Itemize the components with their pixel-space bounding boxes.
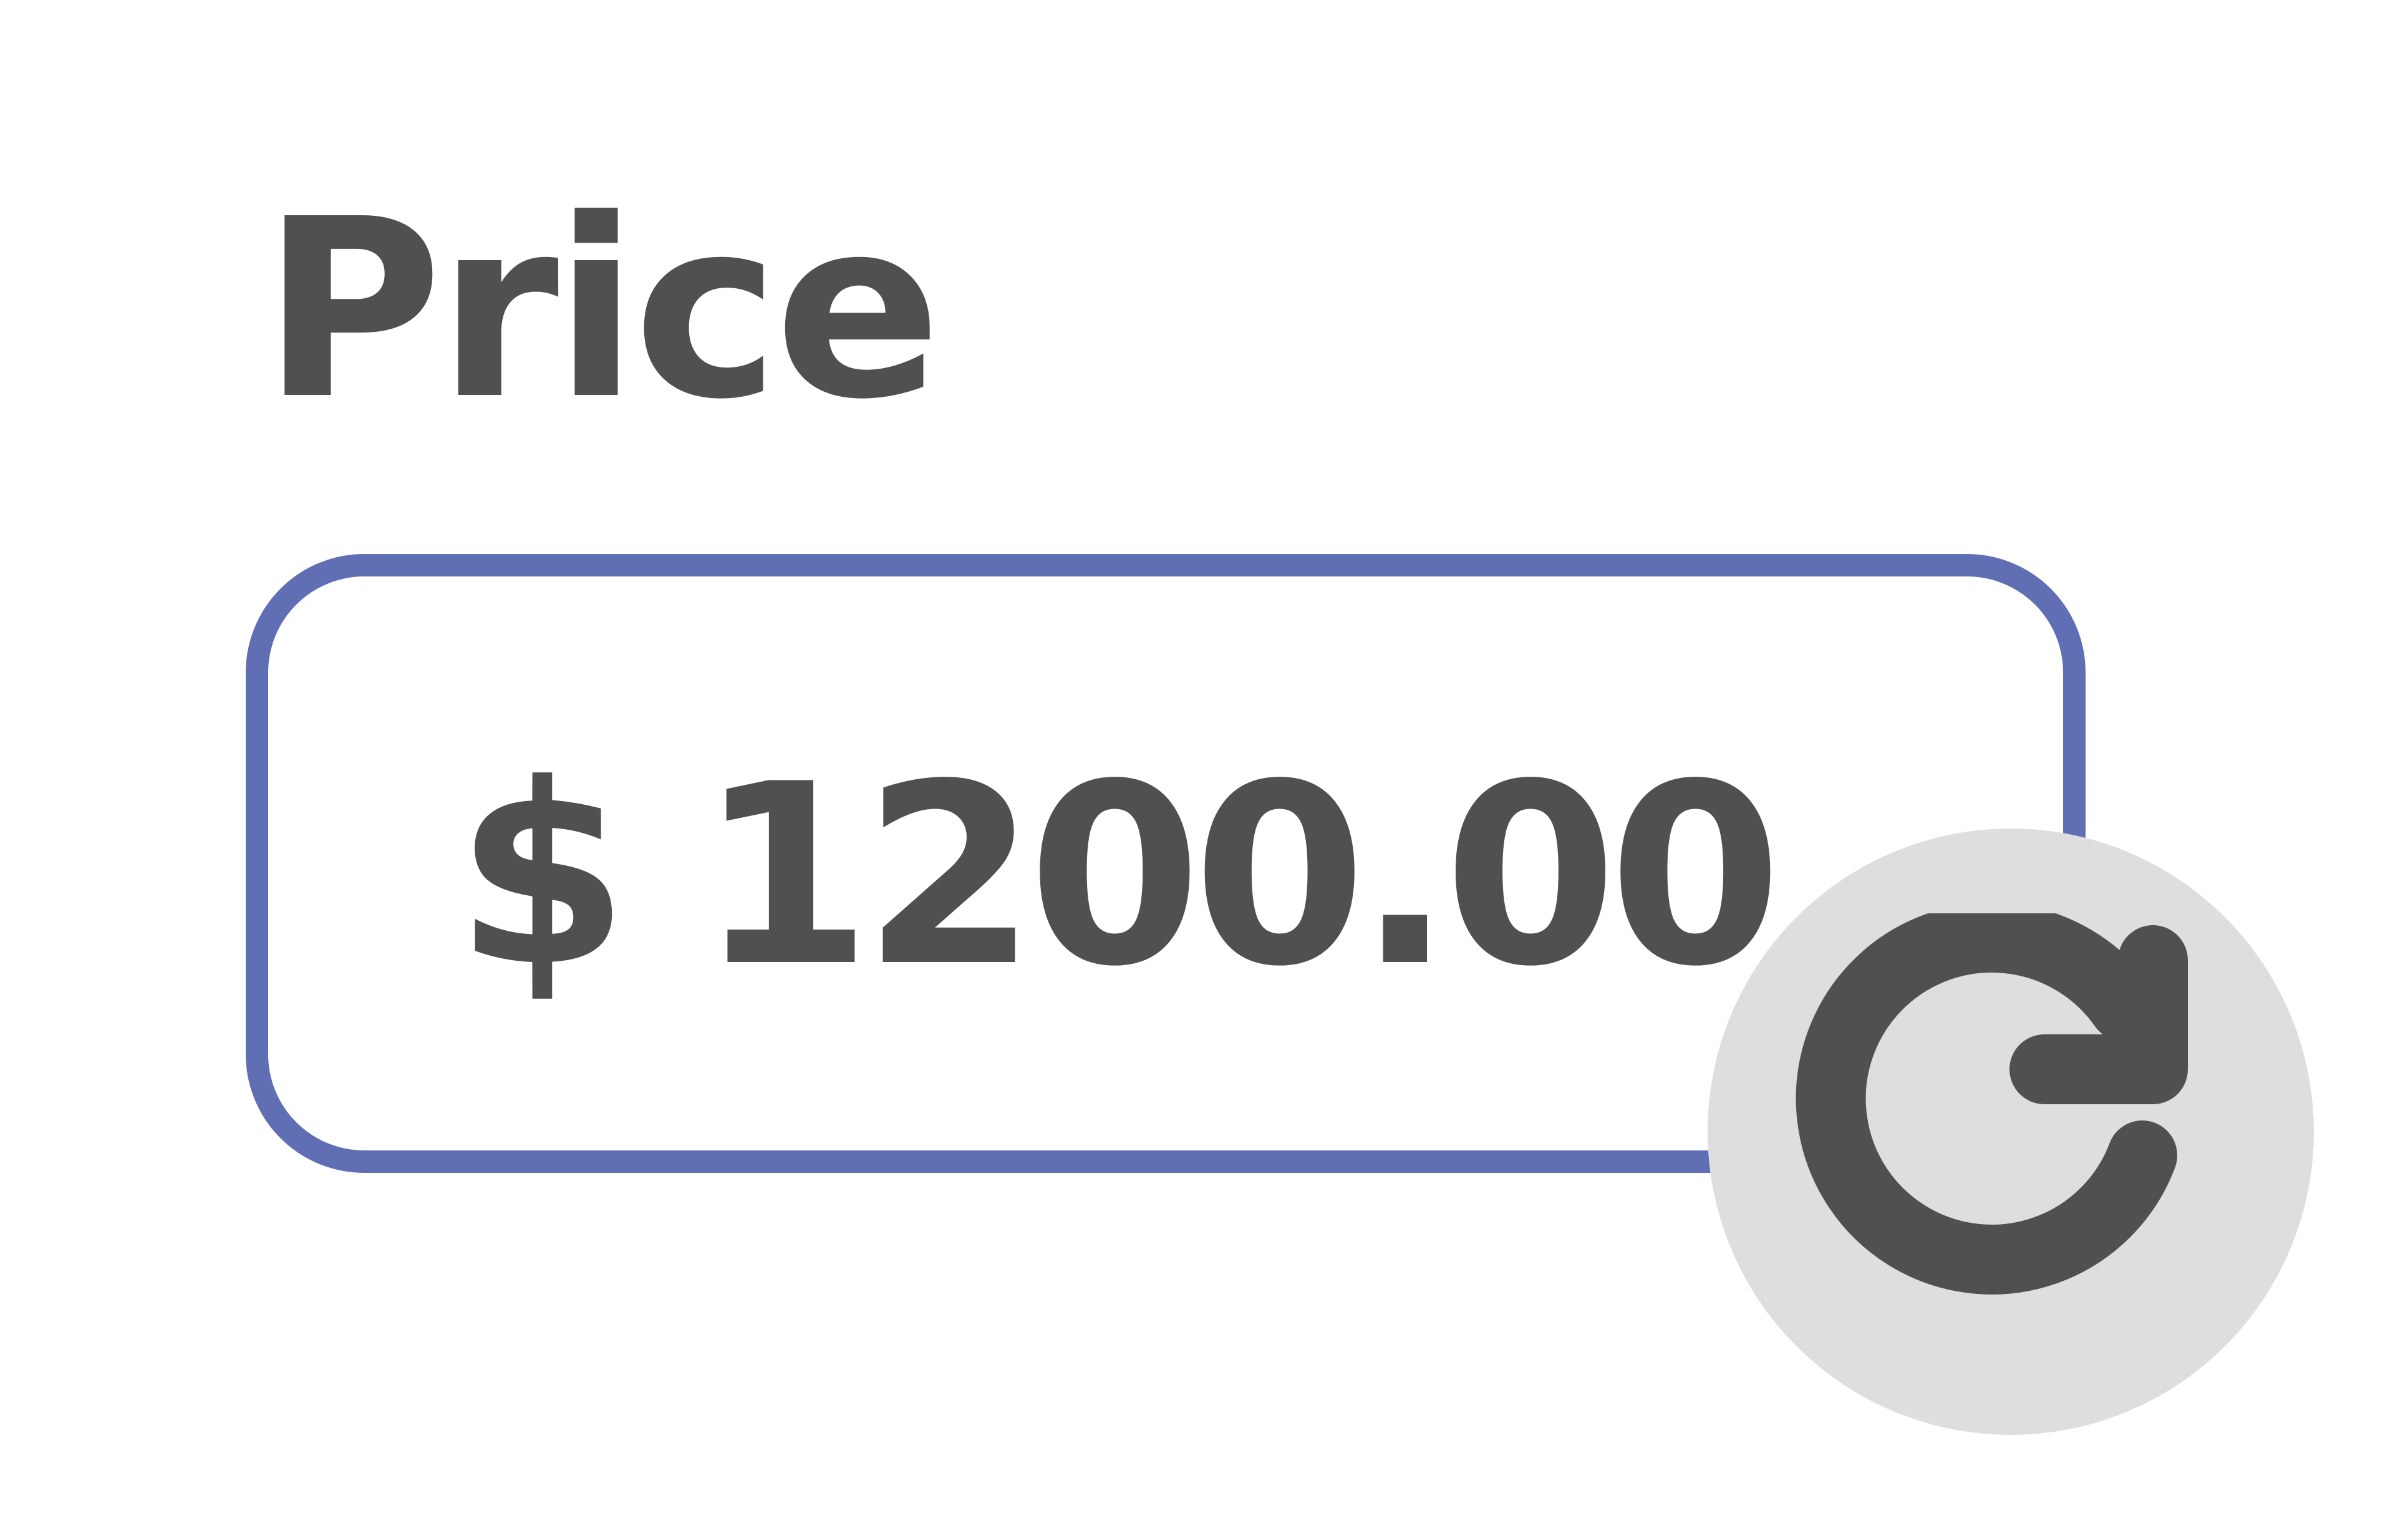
rotate-clockwise-icon xyxy=(1796,913,2188,1295)
reset-button[interactable] xyxy=(1708,828,2314,1435)
price-value[interactable]: $ 1200.00 xyxy=(455,752,1782,1001)
price-label: Price xyxy=(262,167,942,454)
